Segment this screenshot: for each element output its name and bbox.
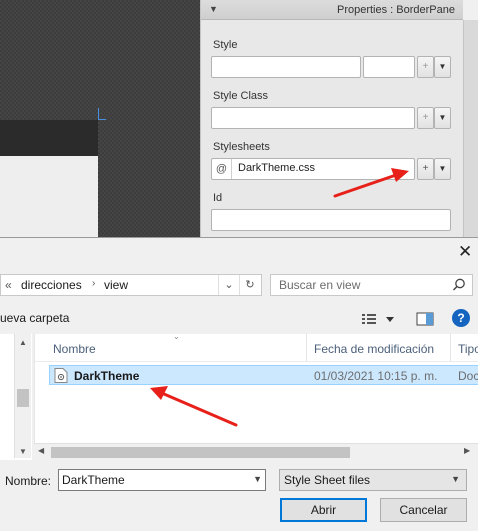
- properties-title: Properties : BorderPane: [336, 4, 455, 16]
- breadcrumb-item-view[interactable]: view: [104, 278, 128, 292]
- collapse-caret-icon[interactable]: ▼: [209, 4, 218, 14]
- close-icon[interactable]: ✕: [458, 243, 472, 261]
- at-sign-icon: @: [212, 159, 232, 179]
- scroll-up-icon[interactable]: ▲: [19, 338, 27, 347]
- style-field[interactable]: [211, 56, 361, 78]
- horizontal-scrollbar[interactable]: ◀ ▶: [34, 443, 478, 460]
- file-date: 01/03/2021 10:15 p. m.: [314, 369, 438, 383]
- breadcrumb-overflow[interactable]: «: [5, 278, 12, 292]
- properties-panel: ▼ Properties : BorderPane Style + ▼ Styl…: [200, 0, 463, 237]
- design-canvas[interactable]: [0, 0, 200, 237]
- breadcrumb-item-direcciones[interactable]: direcciones: [21, 278, 82, 292]
- canvas-light-region: [0, 156, 98, 237]
- style-value-field[interactable]: [363, 56, 415, 78]
- scroll-left-icon[interactable]: ◀: [38, 446, 44, 455]
- chevron-right-icon: ›: [92, 278, 96, 289]
- column-divider[interactable]: [450, 334, 451, 362]
- chevron-down-icon[interactable]: ▼: [253, 474, 262, 484]
- open-file-dialog: ✕ « direcciones › view ⌄ ↻ Buscar en vie…: [0, 237, 478, 531]
- chevron-down-icon[interactable]: ⌄: [218, 275, 239, 295]
- stylesheet-value: DarkTheme.css: [238, 162, 316, 174]
- column-name[interactable]: Nombre: [53, 342, 96, 356]
- search-input[interactable]: Buscar en view: [279, 278, 360, 292]
- scroll-right-icon[interactable]: ▶: [464, 446, 470, 455]
- search-icon: [452, 278, 465, 291]
- style-class-dropdown-button[interactable]: ▼: [434, 107, 451, 129]
- column-header: ⌄ Nombre Fecha de modificación Tipo: [35, 332, 478, 362]
- address-bar[interactable]: « direcciones › view ⌄ ↻: [0, 274, 262, 296]
- stylesheets-field[interactable]: @ DarkTheme.css: [211, 158, 415, 180]
- selection-marker-horizontal: [98, 119, 106, 120]
- file-type: Doc: [458, 369, 478, 383]
- scroll-thumb[interactable]: [17, 389, 29, 407]
- id-field[interactable]: [211, 209, 451, 231]
- view-options-icon[interactable]: [362, 311, 396, 327]
- style-class-label: Style Class: [213, 90, 269, 102]
- refresh-icon[interactable]: ↻: [239, 275, 260, 295]
- scroll-thumb-horizontal[interactable]: [51, 447, 350, 458]
- style-dropdown-button[interactable]: ▼: [434, 56, 451, 78]
- id-label: Id: [213, 192, 223, 204]
- filename-label: Nombre:: [5, 474, 52, 488]
- help-icon[interactable]: ?: [452, 309, 470, 327]
- style-add-button[interactable]: +: [417, 56, 434, 78]
- style-class-field[interactable]: [211, 107, 415, 129]
- open-button[interactable]: Abrir: [280, 498, 367, 522]
- filetype-select[interactable]: Style Sheet files ▼: [279, 469, 467, 491]
- file-name[interactable]: DarkTheme: [74, 369, 139, 383]
- scroll-down-icon[interactable]: ▼: [19, 447, 27, 456]
- canvas-dark-region: [0, 120, 98, 156]
- navigation-scrollbar[interactable]: ▲ ▼: [14, 334, 31, 458]
- cancel-button[interactable]: Cancelar: [380, 498, 467, 522]
- column-date[interactable]: Fecha de modificación: [314, 342, 434, 356]
- stylesheets-label: Stylesheets: [213, 141, 270, 153]
- properties-header[interactable]: ▼ Properties : BorderPane: [201, 0, 463, 20]
- filename-value[interactable]: DarkTheme: [62, 473, 125, 487]
- file-list[interactable]: ⌄ Nombre Fecha de modificación Tipo Dark…: [34, 332, 478, 460]
- stylesheets-dropdown-button[interactable]: ▼: [434, 158, 451, 180]
- search-box[interactable]: Buscar en view: [270, 274, 473, 296]
- filename-field[interactable]: DarkTheme ▼: [58, 469, 266, 491]
- stylesheet-file-icon: [54, 368, 68, 383]
- new-folder-button[interactable]: ueva carpeta: [0, 311, 69, 325]
- column-divider[interactable]: [306, 334, 307, 362]
- properties-scrollbar[interactable]: [463, 20, 478, 237]
- stylesheets-add-button[interactable]: +: [417, 158, 434, 180]
- style-label: Style: [213, 39, 238, 51]
- chevron-down-icon[interactable]: ▼: [451, 474, 460, 484]
- style-class-add-button[interactable]: +: [417, 107, 434, 129]
- filetype-value: Style Sheet files: [284, 473, 371, 487]
- column-type[interactable]: Tipo: [458, 342, 478, 356]
- sort-caret-icon: ⌄: [173, 332, 180, 341]
- preview-pane-icon[interactable]: [416, 311, 434, 327]
- file-row[interactable]: DarkTheme 01/03/2021 10:15 p. m. Doc: [49, 365, 478, 385]
